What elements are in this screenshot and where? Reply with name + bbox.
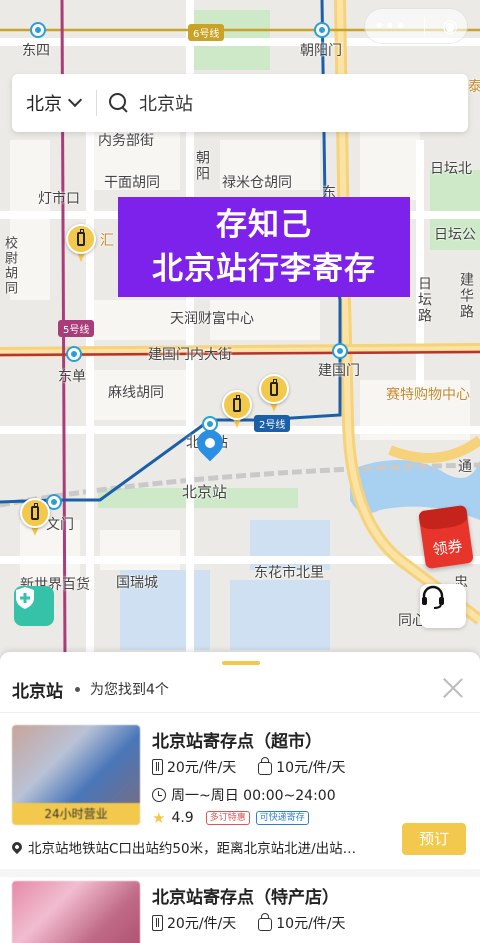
map-label: 灯市口 <box>38 191 80 207</box>
metro-station-icon <box>30 22 46 38</box>
map-label: 建华路 <box>458 272 474 320</box>
close-icon[interactable] <box>442 676 464 698</box>
map-label: 东四 <box>22 43 50 59</box>
location-icon <box>12 839 25 855</box>
current-location-pin-icon <box>191 424 229 466</box>
book-button[interactable]: 预订 <box>402 823 466 855</box>
storage-location-marker[interactable] <box>20 498 50 538</box>
suitcase-price: 20元/件/天 <box>167 916 237 932</box>
bag-icon <box>258 757 273 775</box>
banner-line-1: 存知己 <box>216 207 312 243</box>
metro-station-icon <box>66 346 82 362</box>
more-icon[interactable]: ••• <box>374 16 406 37</box>
chevron-down-icon <box>67 92 83 108</box>
miniprogram-capsule: ••• ◉ <box>364 8 468 44</box>
map-label: 建国门 <box>318 363 360 379</box>
divider <box>96 90 97 116</box>
close-miniprogram-icon[interactable]: ◉ <box>442 16 458 37</box>
bag-price: 10元/件/天 <box>276 916 346 932</box>
discount-badge: 多订特惠 <box>205 811 250 825</box>
sheet-drag-handle[interactable] <box>222 661 260 665</box>
store-thumbnail: 24小时营业 <box>12 725 140 825</box>
address-row: 北京站地铁站C口出站约50米，距离北京站北进/出站… <box>12 837 392 857</box>
luggage-icon <box>270 379 278 396</box>
storage-location-marker[interactable] <box>66 224 96 264</box>
card-divider <box>0 869 480 877</box>
rating-row: ★ 4.9 多订特惠 可快递寄存 <box>152 809 309 827</box>
city-label: 北京 <box>26 94 62 115</box>
metro-line-2-badge: 2号线 <box>254 415 291 432</box>
search-icon <box>109 93 129 113</box>
map-label: 朝阳门 <box>300 43 342 59</box>
store-address: 北京站地铁站C口出站约50米，距离北京站北进/出站… <box>28 841 357 857</box>
customer-service-button[interactable] <box>420 584 466 628</box>
metro-line-5-badge: 5号线 <box>58 320 95 337</box>
map-label: 文门 <box>46 517 74 533</box>
metro-station-icon <box>332 343 348 359</box>
hours-tag: 24小时营业 <box>12 803 140 825</box>
map-label: 国瑞城 <box>116 575 158 591</box>
results-sheet[interactable]: 北京站 为您找到4个 24小时营业 北京站寄存点（超市） 20元/件/天 10元… <box>0 652 480 943</box>
suitcase-icon <box>152 915 163 931</box>
divider <box>0 712 480 713</box>
search-input[interactable]: 北京站 <box>139 90 193 116</box>
map-label: 通 <box>458 459 472 475</box>
result-count: 为您找到4个 <box>90 682 169 698</box>
map-label: 北京站 <box>182 483 228 501</box>
sheet-title: 北京站 <box>12 681 63 702</box>
promo-banner: 存知己 北京站行李寄存 <box>118 197 410 297</box>
coupon-label: 领券 <box>431 536 464 559</box>
search-bar[interactable]: 北京 北京站 <box>12 74 468 132</box>
suitcase-icon <box>152 759 163 775</box>
storage-location-marker[interactable] <box>222 390 252 430</box>
dot-separator <box>75 686 80 692</box>
luggage-icon <box>31 503 39 520</box>
store-name: 北京站寄存点（超市） <box>152 732 322 752</box>
map-label: 日坛公 <box>434 227 476 243</box>
bag-icon <box>258 913 273 931</box>
city-selector[interactable]: 北京 <box>26 90 83 116</box>
metro-station-icon <box>314 22 330 38</box>
map-label: 麻线胡同 <box>108 385 164 401</box>
bag-price: 10元/件/天 <box>276 760 346 776</box>
star-icon: ★ <box>152 809 166 827</box>
map-label: 干面胡同 <box>104 175 160 191</box>
map-label: 赛特购物中心 <box>386 387 470 403</box>
insurance-shield-button[interactable] <box>14 586 54 626</box>
store-name: 北京站寄存点（特产店） <box>152 888 339 908</box>
map-view[interactable]: 6号线 5号线 2号线 东四 朝阳门 泰 内务部街 日坛北 干面胡同 禄米仓胡同… <box>0 0 480 660</box>
hours-row: 周一~周日 00:00~24:00 <box>152 785 336 805</box>
headset-icon <box>422 585 444 609</box>
luggage-icon <box>77 229 85 246</box>
map-label: 禄米仓胡同 <box>222 175 292 191</box>
store-thumbnail <box>12 881 140 943</box>
map-label: 东单 <box>58 369 86 385</box>
metro-line-6-badge: 6号线 <box>188 24 225 41</box>
shield-plus-icon <box>16 587 34 609</box>
map-label: 东花市北里 <box>254 565 324 581</box>
banner-line-2: 北京站行李寄存 <box>152 251 376 287</box>
map-label: 校尉胡同 <box>2 236 17 296</box>
clock-icon <box>152 788 166 802</box>
map-label: 天润财富中心 <box>170 311 254 327</box>
map-label: 内务部街 <box>98 133 154 149</box>
storage-location-marker[interactable] <box>259 374 289 414</box>
map-label: 日坛北 <box>430 161 472 177</box>
price-row: 20元/件/天 10元/件/天 <box>152 757 368 777</box>
suitcase-price: 20元/件/天 <box>167 760 237 776</box>
map-label: 汇 <box>100 233 114 249</box>
luggage-icon <box>233 395 241 412</box>
opening-hours: 周一~周日 00:00~24:00 <box>171 788 336 804</box>
map-label: 朝阳 <box>194 150 210 182</box>
rating-value: 4.9 <box>171 810 194 826</box>
price-row: 20元/件/天 10元/件/天 <box>152 913 368 933</box>
coupon-button[interactable]: 领券 <box>418 504 474 570</box>
map-label: 日坛路 <box>416 276 432 324</box>
express-badge: 可快递寄存 <box>255 811 309 825</box>
map-label: 建国门内大街 <box>148 347 232 363</box>
sheet-header: 北京站 为您找到4个 <box>12 676 468 702</box>
map-label: 泰 <box>468 79 480 95</box>
